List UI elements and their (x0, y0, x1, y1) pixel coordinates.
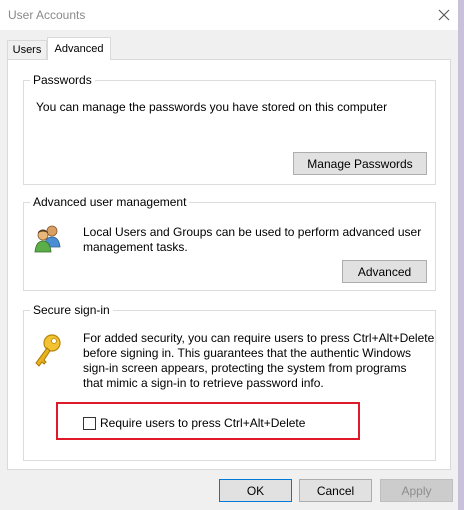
tab-users[interactable]: Users (7, 40, 47, 59)
advanced-user-management-line-1: Local Users and Groups can be used to pe… (83, 225, 422, 239)
advanced-user-management-group-title: Advanced user management (30, 195, 190, 209)
passwords-group-title: Passwords (30, 73, 95, 87)
advanced-user-management-group: Advanced user management Local Users and… (23, 195, 436, 291)
cancel-button[interactable]: Cancel (299, 479, 372, 502)
user-accounts-window: User Accounts Users Advanced Passwords Y… (0, 0, 464, 510)
close-button[interactable] (432, 4, 456, 26)
passwords-description: You can manage the passwords you have st… (36, 100, 388, 114)
require-ctrl-alt-delete-checkbox[interactable] (83, 416, 96, 430)
key-icon (35, 334, 61, 367)
require-ctrl-alt-delete-label: Require users to press Ctrl+Alt+Delete (100, 416, 306, 430)
secure-sign-in-line-1: For added security, you can require user… (83, 331, 435, 345)
require-ctrl-alt-delete-checkbox-row[interactable]: Require users to press Ctrl+Alt+Delete (83, 416, 305, 430)
window-title: User Accounts (8, 8, 86, 22)
secure-sign-in-line-2: before signing in. This guarantees that … (83, 346, 411, 360)
secure-sign-in-line-4: that mimic a sign-in to retrieve passwor… (83, 376, 324, 390)
secure-sign-in-line-3: sign-in screen appears, protecting the s… (83, 361, 407, 375)
window-edge (458, 0, 464, 510)
advanced-button[interactable]: Advanced (342, 260, 427, 283)
apply-button[interactable]: Apply (380, 479, 453, 502)
secure-sign-in-group-title: Secure sign-in (30, 303, 113, 317)
advanced-user-management-line-2: management tasks. (83, 240, 188, 254)
users-group-icon (34, 225, 61, 253)
ok-button[interactable]: OK (219, 479, 292, 502)
close-icon (438, 9, 450, 21)
tab-advanced[interactable]: Advanced (47, 37, 111, 60)
manage-passwords-button[interactable]: Manage Passwords (293, 152, 427, 175)
advanced-tab-panel: Passwords You can manage the passwords y… (7, 59, 451, 470)
passwords-group: Passwords You can manage the passwords y… (23, 73, 436, 185)
title-bar: User Accounts (0, 0, 458, 30)
